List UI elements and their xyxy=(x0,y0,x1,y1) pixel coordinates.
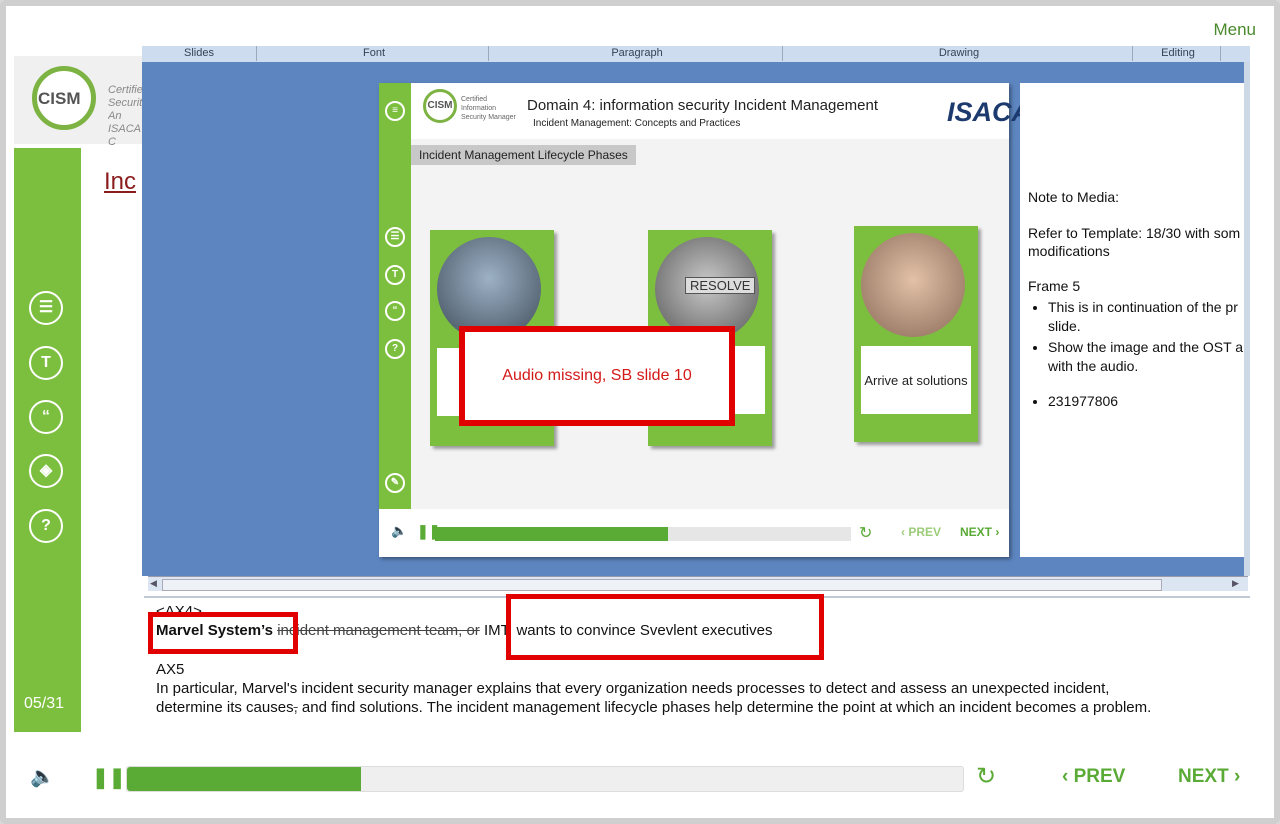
help-icon[interactable]: ? xyxy=(29,509,63,543)
ribbon-group-drawing[interactable]: Drawing xyxy=(786,46,1133,61)
menu-button[interactable]: Menu xyxy=(1213,20,1256,40)
annotation-box xyxy=(148,612,298,654)
chat-icon: ✎ xyxy=(385,473,405,493)
slide-player: 🔈 ❚❚ ↻ ‹ PREV NEXT › xyxy=(379,509,1009,557)
slide-progress-bar[interactable] xyxy=(435,527,851,541)
card-text: Arrive at solutions xyxy=(861,346,971,414)
menu-icon: ≡ xyxy=(385,101,405,121)
annotation-box xyxy=(506,594,824,660)
quote-icon: “ xyxy=(385,301,405,321)
pause-icon[interactable]: ❚❚ xyxy=(92,765,126,790)
notes-frame: Frame 5 xyxy=(1028,278,1081,294)
next-label: NEXT xyxy=(1178,766,1229,787)
ribbon-group-paragraph[interactable]: Paragraph xyxy=(492,46,783,61)
help-icon: ? xyxy=(385,339,405,359)
next-button[interactable]: NEXT › xyxy=(1178,766,1240,788)
course-logo: CISM Certified Security An ISACA C xyxy=(14,56,142,148)
quote-icon[interactable]: “ xyxy=(29,400,63,434)
slide-prev-button[interactable]: ‹ PREV xyxy=(901,525,941,539)
slide-progress-fill xyxy=(435,527,668,541)
ribbon-group-font[interactable]: Font xyxy=(260,46,489,61)
notes-bullet: This is in continuation of the pr slide. xyxy=(1048,298,1244,336)
course-title: Inc xyxy=(104,168,137,195)
notes-bullets: This is in continuation of the pr slide.… xyxy=(1028,298,1244,411)
isaca-logo: ISACA xyxy=(947,97,1032,127)
ribbon-group-editing[interactable]: Editing xyxy=(1136,46,1221,61)
course-sidebar: ☰ T “ ◈ ? 05/31 xyxy=(14,148,81,732)
ppt-ribbon: Slides Font Paragraph Drawing Editing xyxy=(142,46,1250,63)
vertical-scrollbar[interactable] xyxy=(1244,62,1250,576)
slide-canvas: ≡ ☰ T “ ? ✎ CISM Certified Information S… xyxy=(142,62,1250,576)
scroll-thumb[interactable] xyxy=(162,579,1162,591)
notes-template-line: Refer to Template: 18/30 with som modifi… xyxy=(1028,225,1241,259)
player-bar: 🔈 ❚❚ ↻ ‹ PREV NEXT › xyxy=(6,750,1274,818)
prev-button[interactable]: ‹ PREV xyxy=(1062,766,1125,788)
puzzle-image xyxy=(861,233,965,337)
transcript-icon: ☰ xyxy=(385,227,405,247)
progress-bar[interactable] xyxy=(126,766,964,792)
transcript-icon[interactable]: ☰ xyxy=(29,291,63,325)
text-icon: T xyxy=(385,265,405,285)
notes-bullet: Show the image and the OST al with the a… xyxy=(1048,338,1244,376)
notes-heading: Note to Media: xyxy=(1028,189,1120,205)
horizontal-scrollbar[interactable]: ◀ ▶ xyxy=(148,576,1248,591)
slide-logo-icon: CISM xyxy=(423,89,457,123)
text-icon[interactable]: T xyxy=(29,346,63,380)
slide-header: CISM Certified Information Security Mana… xyxy=(411,83,1031,139)
slide-logo-subtitle: Certified Information Security Manager xyxy=(461,96,516,121)
slide-next-button[interactable]: NEXT › xyxy=(960,525,999,539)
volume-icon[interactable]: 🔈 xyxy=(391,523,407,539)
phase-card-solutions[interactable]: Arrive at solutions xyxy=(854,226,978,442)
notes-bullet: 231977806 xyxy=(1048,392,1244,411)
replay-icon[interactable]: ↻ xyxy=(976,762,996,791)
media-notes-panel: Note to Media: Refer to Template: 18/30 … xyxy=(1020,83,1244,557)
slide-prev-label: PREV xyxy=(908,525,942,539)
resolve-tag: RESOLVE xyxy=(685,277,756,294)
page-counter: 05/31 xyxy=(24,695,65,712)
ribbon-group-slides[interactable]: Slides xyxy=(142,46,257,61)
slide-sidebar: ≡ ☰ T “ ? ✎ xyxy=(379,83,411,557)
script-paragraph-1: In particular, Marvel's incident securit… xyxy=(156,680,1110,697)
script-struck-text: incident management team, or xyxy=(277,622,480,639)
slide-preview[interactable]: ≡ ☰ T “ ? ✎ CISM Certified Information S… xyxy=(379,83,1031,557)
replay-icon[interactable]: ↻ xyxy=(859,523,872,543)
slide-next-label: NEXT xyxy=(960,525,993,539)
logo-subtitle: Certified Security An ISACA C xyxy=(108,84,142,148)
prev-label: PREV xyxy=(1073,766,1126,787)
progress-fill xyxy=(127,767,362,791)
scroll-right-icon[interactable]: ▶ xyxy=(1232,578,1239,589)
volume-icon[interactable]: 🔈 xyxy=(30,764,55,789)
script-paragraph-2b: and find solutions. The incident managem… xyxy=(297,699,1152,716)
logo-text: CISM xyxy=(38,89,81,108)
slide-subtitle: Incident Management: Concepts and Practi… xyxy=(533,118,741,129)
script-tag-ax5: AX5 xyxy=(156,661,185,678)
layers-icon[interactable]: ◈ xyxy=(29,454,63,488)
scroll-left-icon[interactable]: ◀ xyxy=(150,578,157,589)
section-label: Incident Management Lifecycle Phases xyxy=(411,145,636,165)
audio-missing-note: Audio missing, SB slide 10 xyxy=(459,326,735,426)
slide-domain-title: Domain 4: information security Incident … xyxy=(527,97,879,114)
script-paragraph-2a: determine its causes xyxy=(156,699,294,716)
